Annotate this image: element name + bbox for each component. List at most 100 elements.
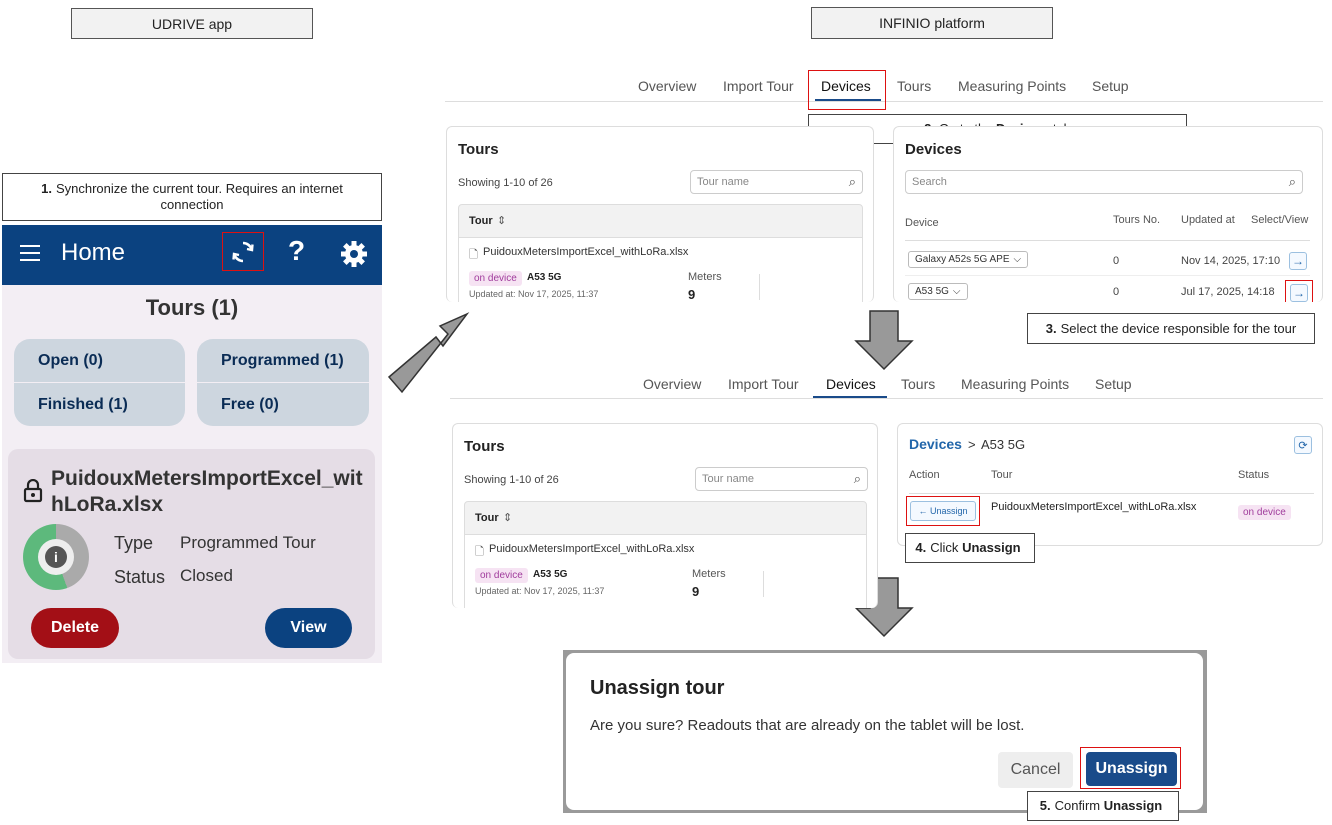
menu-icon[interactable] (20, 245, 40, 261)
col-tours-no: Tours No. (1113, 214, 1161, 226)
step-4-callout: 4. Click Unassign (905, 533, 1035, 563)
tours-panel-2: Tours Showing 1-10 of 26 Tour name ⌕ Tou… (452, 423, 878, 608)
settings-gear-icon[interactable] (340, 240, 368, 268)
tours-heading: Tours (1) (145, 295, 239, 320)
filter-programmed[interactable]: Programmed (1) (197, 339, 369, 382)
col-tour: Tour (991, 469, 1013, 481)
status-label: Status (114, 567, 166, 587)
col-action: Action (909, 469, 940, 481)
tour-col-header[interactable]: Tour (475, 512, 499, 524)
arrow-down-1-icon (854, 310, 914, 371)
app-header: Home ? (2, 225, 382, 285)
tab-setup[interactable]: Setup (1092, 78, 1129, 94)
file-icon: 🗋 (475, 546, 484, 558)
updated-at: Updated at: Nov 17, 2025, 11:37 (469, 289, 599, 299)
cancel-button[interactable]: Cancel (998, 752, 1073, 788)
file-icon: 🗋 (469, 249, 478, 261)
device-select-galaxy[interactable]: Galaxy A52s 5G APE ⌵ (908, 251, 1029, 268)
sort-icon[interactable]: ⇕ (497, 214, 506, 227)
tabs-bar-2: Overview Import Tour Devices Tours Measu… (450, 364, 1323, 399)
tours-panel-1: Tours Showing 1-10 of 26 Tour name ⌕ Tou… (446, 126, 874, 302)
tour-name-search[interactable]: Tour name ⌕ (690, 170, 863, 194)
view-button[interactable]: View (265, 608, 352, 648)
type-label: Type (114, 533, 154, 553)
device-updated-at: Jul 17, 2025, 14:18 (1181, 286, 1275, 298)
tab-active-indicator (815, 99, 881, 101)
tour-name: PuidouxMetersImportExcel_withLoRa.xlsx (51, 467, 363, 516)
device-name: A53 5G (533, 569, 568, 580)
tab-measuring-points[interactable]: Measuring Points (958, 78, 1066, 94)
table-row[interactable]: 🗋 PuidouxMetersImportExcel_withLoRa.xlsx… (458, 238, 863, 302)
dialog-title: Unassign tour (590, 677, 725, 699)
infinio-platform-label: INFINIO platform (811, 7, 1053, 39)
tours-table-header: Tour ⇕ (464, 501, 867, 535)
select-device-a53-button[interactable]: → (1290, 284, 1308, 302)
status-badge: on device (1238, 505, 1291, 520)
tour-col-header[interactable]: Tour (469, 215, 493, 227)
filter-free[interactable]: Free (0) (197, 383, 369, 426)
meters-label: Meters (692, 568, 726, 580)
search-icon: ⌕ (848, 174, 856, 189)
dialog-backdrop: Unassign tour Are you sure? Readouts tha… (563, 650, 1207, 813)
app-title: Home (61, 239, 126, 266)
showing-count: Showing 1-10 of 26 (458, 177, 553, 189)
tour-name-placeholder: Tour name (702, 473, 754, 485)
tab-active-indicator (813, 396, 887, 398)
delete-button[interactable]: Delete (31, 608, 119, 648)
udrive-app-label: UDRIVE app (71, 8, 313, 39)
device-select-a53[interactable]: A53 5G ⌵ (908, 283, 968, 300)
status-badge: on device (475, 568, 528, 583)
search-icon: ⌕ (853, 471, 861, 486)
col-select-view: Select/View (1251, 214, 1309, 226)
help-icon[interactable]: ? (288, 235, 305, 267)
assigned-tour-name: PuidouxMetersImportExcel_withLoRa.xlsx (991, 501, 1197, 513)
unassign-button[interactable]: ← Unassign (910, 501, 976, 521)
col-device: Device (905, 217, 939, 229)
meters-value: 9 (692, 584, 700, 599)
tab-setup[interactable]: Setup (1095, 376, 1132, 392)
step-1-text: Synchronize the current tour. Requires a… (55, 181, 343, 212)
tour-progress-ring: i (23, 524, 89, 590)
devices-search-input[interactable]: Search ⌕ (905, 170, 1303, 194)
filter-open[interactable]: Open (0) (14, 339, 185, 382)
tab-import-tour[interactable]: Import Tour (723, 78, 794, 94)
devices-search-placeholder: Search (912, 176, 947, 188)
tab-overview[interactable]: Overview (643, 376, 701, 392)
sync-icon (232, 241, 254, 262)
updated-at: Updated at: Nov 17, 2025, 11:37 (475, 586, 605, 596)
sync-button[interactable] (222, 232, 264, 271)
step-1-callout: 1. Synchronize the current tour. Requires… (2, 173, 382, 221)
tour-name-placeholder: Tour name (697, 176, 749, 188)
breadcrumb-device: A53 5G (981, 437, 1026, 452)
meters-label: Meters (688, 271, 722, 283)
breadcrumb-separator: > (968, 437, 976, 452)
filter-finished[interactable]: Finished (1) (14, 383, 185, 426)
tours-title: Tours (464, 438, 505, 455)
tab-devices[interactable]: Devices (821, 78, 871, 94)
dialog-message: Are you sure? Readouts that are already … (590, 717, 1025, 734)
status-badge: on device (469, 271, 522, 286)
tab-tours[interactable]: Tours (901, 376, 935, 392)
tab-overview[interactable]: Overview (638, 78, 696, 94)
showing-count: Showing 1-10 of 26 (464, 474, 559, 486)
device-name: A53 5G (527, 272, 562, 283)
udrive-app-screen: Home ? Tours (1) Open (0) Programmed (1)… (2, 225, 382, 663)
meters-value: 9 (688, 287, 696, 302)
tab-devices[interactable]: Devices (826, 376, 876, 392)
devices-title: Devices (905, 141, 962, 158)
refresh-icon[interactable]: ⟳ (1294, 436, 1312, 454)
device-detail-panel: Devices > A53 5G ⟳ Action Tour Status ← … (897, 423, 1323, 546)
tab-measuring-points[interactable]: Measuring Points (961, 376, 1069, 392)
tour-name-search[interactable]: Tour name ⌕ (695, 467, 868, 491)
device-tours-count: 0 (1113, 255, 1120, 267)
sort-icon[interactable]: ⇕ (503, 511, 512, 524)
devices-panel: Devices Search ⌕ Device Tours No. Update… (893, 126, 1323, 302)
unassign-dialog: Unassign tour Are you sure? Readouts tha… (566, 653, 1203, 810)
breadcrumb-devices-link[interactable]: Devices (909, 436, 962, 452)
tab-tours[interactable]: Tours (897, 78, 931, 94)
confirm-unassign-button[interactable]: Unassign (1086, 752, 1177, 786)
table-row[interactable]: 🗋 PuidouxMetersImportExcel_withLoRa.xlsx… (464, 535, 867, 608)
tab-import-tour[interactable]: Import Tour (728, 376, 799, 392)
tour-card[interactable]: PuidouxMetersImportExcel_withLoRa.xlsx i… (8, 449, 375, 659)
select-device-galaxy-button[interactable]: → (1289, 252, 1307, 270)
